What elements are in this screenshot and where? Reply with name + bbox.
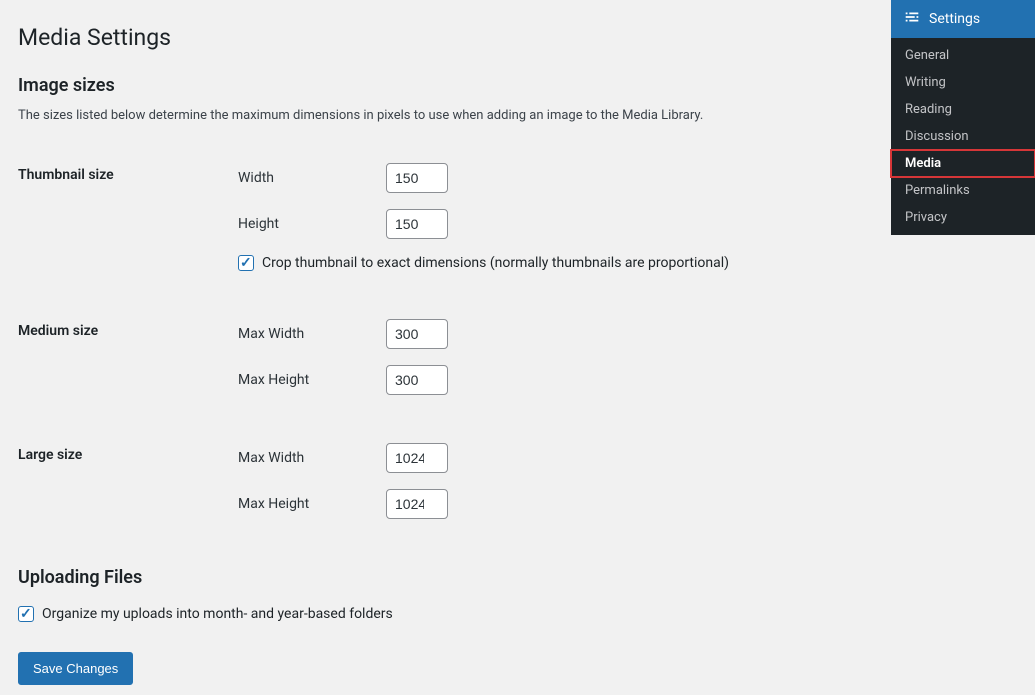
sidebar-header-settings[interactable]: Settings xyxy=(891,0,1035,38)
sliders-icon xyxy=(903,8,921,30)
thumbnail-height-input[interactable] xyxy=(386,209,448,239)
large-row-label: Large size xyxy=(18,431,238,531)
sidebar-item-discussion[interactable]: Discussion xyxy=(891,123,1035,150)
medium-max-width-input[interactable] xyxy=(386,319,448,349)
page-title: Media Settings xyxy=(18,16,858,55)
sidebar-item-reading[interactable]: Reading xyxy=(891,96,1035,123)
image-sizes-heading: Image sizes xyxy=(18,75,858,96)
thumbnail-width-input[interactable] xyxy=(386,163,448,193)
sidebar-item-general[interactable]: General xyxy=(891,42,1035,69)
large-max-width-input[interactable] xyxy=(386,443,448,473)
large-max-height-label: Max Height xyxy=(238,496,386,512)
sidebar-item-privacy[interactable]: Privacy xyxy=(891,204,1035,231)
medium-row-label: Medium size xyxy=(18,307,238,407)
settings-sidebar: Settings GeneralWritingReadingDiscussion… xyxy=(891,0,1035,235)
sidebar-item-media[interactable]: Media xyxy=(891,150,1035,177)
large-max-height-input[interactable] xyxy=(386,489,448,519)
thumbnail-crop-label: Crop thumbnail to exact dimensions (norm… xyxy=(262,255,729,271)
sidebar-item-writing[interactable]: Writing xyxy=(891,69,1035,96)
save-changes-button[interactable]: Save Changes xyxy=(18,652,133,685)
medium-max-height-label: Max Height xyxy=(238,372,386,388)
large-max-width-label: Max Width xyxy=(238,450,386,466)
sidebar-header-label: Settings xyxy=(929,11,980,27)
organize-uploads-label: Organize my uploads into month- and year… xyxy=(42,606,393,622)
medium-max-width-label: Max Width xyxy=(238,326,386,342)
organize-uploads-checkbox[interactable] xyxy=(18,606,34,622)
image-sizes-description: The sizes listed below determine the max… xyxy=(18,108,858,123)
sidebar-item-permalinks[interactable]: Permalinks xyxy=(891,177,1035,204)
thumbnail-crop-checkbox[interactable] xyxy=(238,255,254,271)
uploading-heading: Uploading Files xyxy=(18,567,858,588)
thumbnail-row-label: Thumbnail size xyxy=(18,151,238,283)
medium-max-height-input[interactable] xyxy=(386,365,448,395)
thumbnail-width-label: Width xyxy=(238,170,386,186)
thumbnail-height-label: Height xyxy=(238,216,386,232)
